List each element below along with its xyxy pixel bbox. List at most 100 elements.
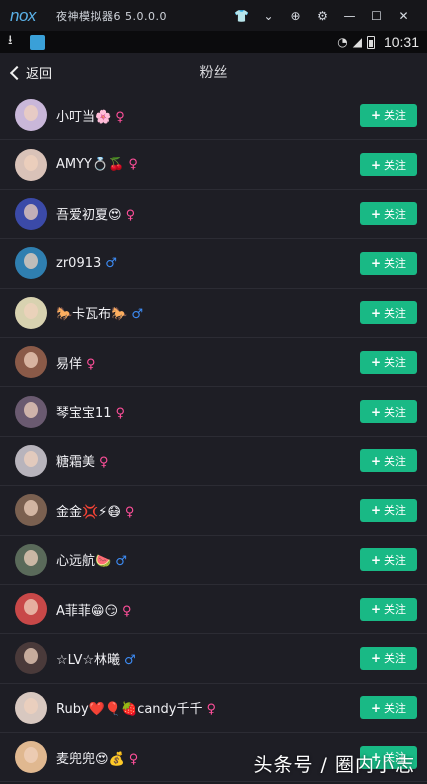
female-icon: ♀	[128, 751, 139, 767]
female-icon: ♀	[128, 157, 138, 173]
status-time: 10:31	[383, 34, 419, 50]
follow-button[interactable]: + 关注	[360, 498, 417, 522]
fan-name: 吾爱初夏😍 ♀	[56, 204, 360, 223]
follow-button[interactable]: + 关注	[360, 301, 417, 325]
avatar[interactable]	[15, 197, 47, 230]
follow-button[interactable]: + 关注	[360, 202, 417, 226]
back-label: 返回	[26, 66, 53, 82]
fan-name-text: 心远航🍉	[56, 554, 112, 570]
fan-name: 易佯 ♀	[56, 353, 360, 372]
list-item[interactable]: 心远航🍉 ♂ + 关注	[0, 535, 427, 585]
avatar[interactable]	[15, 741, 47, 774]
list-item[interactable]: Ruby❤️🎈🍓candy千千 ♀ + 关注	[0, 683, 427, 734]
fan-name: AMYY💍🍒 ♀	[56, 157, 360, 172]
avatar[interactable]	[15, 99, 47, 132]
list-item[interactable]: 琴宝宝11 ♀ + 关注	[0, 387, 427, 437]
fan-name-text: 琴宝宝11	[56, 406, 112, 422]
android-status-bar: ⭳ ◔ ◢ 10:31	[0, 31, 427, 53]
emulator-title-bar: nox 夜神模拟器6 5.0.0.0 👕 ⌄ ⊕ ⚙ — ☐ ✕	[0, 0, 427, 31]
female-icon: ♀	[206, 702, 217, 718]
list-item[interactable]: 吾爱初夏😍 ♀ + 关注	[0, 189, 427, 240]
follow-label: 关注	[384, 306, 407, 320]
plus-icon: +	[370, 453, 382, 468]
female-icon: ♀	[115, 109, 125, 125]
fans-list: 小叮当🌸 ♀ + 关注 AMYY💍🍒 ♀ + 关注 吾爱初夏😍 ♀ + 关注 zr0913 ♂ + 关注 🐎卡瓦…	[0, 91, 427, 784]
nox-logo: nox	[10, 5, 36, 25]
plus-icon: +	[370, 404, 382, 419]
fan-name: ☆LV☆林曦 ♂	[56, 649, 360, 668]
avatar[interactable]	[15, 543, 47, 576]
fan-name: 琴宝宝11 ♀	[56, 402, 360, 421]
avatar[interactable]	[15, 593, 47, 626]
follow-button[interactable]: + 关注	[360, 696, 417, 720]
follow-button[interactable]: + 关注	[360, 597, 417, 621]
list-item[interactable]: 金金💢⚡😷 ♀ + 关注	[0, 486, 427, 536]
settings-icon[interactable]: ⚙	[309, 0, 336, 31]
avatar[interactable]	[15, 494, 47, 527]
male-icon: ♂	[124, 652, 136, 668]
avatar[interactable]	[15, 296, 47, 329]
fan-name-text: AMYY💍🍒	[56, 157, 125, 173]
close-icon[interactable]: ✕	[390, 0, 417, 31]
follow-label: 关注	[384, 454, 407, 468]
follow-button[interactable]: + 关注	[360, 400, 417, 424]
fan-name-text: ☆LV☆林曦	[56, 652, 121, 668]
plus-icon: +	[370, 700, 382, 715]
follow-label: 关注	[384, 603, 407, 617]
male-icon: ♂	[115, 554, 127, 570]
wifi-icon: ◔	[337, 35, 348, 49]
follow-button[interactable]: + 关注	[360, 251, 417, 275]
chevron-left-icon	[9, 65, 25, 80]
fan-name: Ruby❤️🎈🍓candy千千 ♀	[56, 698, 360, 717]
list-item[interactable]: AMYY💍🍒 ♀ + 关注	[0, 140, 427, 190]
list-item[interactable]: ☆LV☆林曦 ♂ + 关注	[0, 634, 427, 684]
list-item[interactable]: 小叮当🌸 ♀ + 关注	[0, 91, 427, 141]
list-item[interactable]: zr0913 ♂ + 关注	[0, 239, 427, 289]
female-icon: ♀	[99, 455, 109, 471]
list-item[interactable]: 易佯 ♀ + 关注	[0, 337, 427, 388]
fan-name-text: 糖霜美	[56, 455, 96, 471]
fan-name-text: A菲菲😁😏	[56, 603, 118, 619]
plus-icon: +	[370, 206, 382, 221]
plus-icon: +	[370, 355, 382, 370]
battery-icon	[366, 35, 375, 49]
follow-button[interactable]: + 关注	[360, 103, 417, 127]
follow-button[interactable]: + 关注	[360, 153, 417, 177]
avatar[interactable]	[15, 691, 47, 724]
follow-label: 关注	[384, 109, 407, 123]
pin-icon[interactable]: ⊕	[282, 0, 309, 31]
maximize-icon[interactable]: ☐	[363, 0, 390, 31]
follow-label: 关注	[384, 158, 407, 172]
navigation-bar: 返回 粉丝	[0, 53, 427, 91]
fan-name: A菲菲😁😏 ♀	[56, 600, 360, 619]
back-button[interactable]: 返回	[0, 53, 52, 91]
list-item[interactable]: 🐎卡瓦布🐎 ♂ + 关注	[0, 288, 427, 338]
plus-icon: +	[370, 256, 382, 271]
emulator-title: 夜神模拟器6 5.0.0.0	[56, 9, 167, 23]
fan-name-text: zr0913	[56, 255, 102, 271]
follow-label: 关注	[384, 356, 407, 370]
follow-button[interactable]: + 关注	[360, 449, 417, 473]
minimize-icon[interactable]: —	[336, 0, 363, 31]
follow-button[interactable]: + 关注	[360, 646, 417, 670]
download-icon: ⭳	[8, 33, 13, 48]
follow-button[interactable]: + 关注	[360, 350, 417, 374]
avatar[interactable]	[15, 395, 47, 428]
skin-icon[interactable]: 👕	[228, 0, 255, 31]
list-item[interactable]: 糖霜美 ♀ + 关注	[0, 436, 427, 487]
female-icon: ♀	[125, 208, 136, 224]
fan-name-text: 小叮当🌸	[56, 109, 112, 125]
dropdown-icon[interactable]: ⌄	[255, 0, 282, 31]
watermark: 头条号 / 圈内小志	[253, 754, 415, 776]
follow-label: 关注	[384, 553, 407, 567]
avatar[interactable]	[15, 247, 47, 280]
avatar[interactable]	[15, 642, 47, 675]
female-icon: ♀	[124, 504, 135, 520]
follow-label: 关注	[384, 257, 407, 271]
avatar[interactable]	[15, 444, 47, 477]
avatar[interactable]	[15, 148, 47, 181]
emulator-controls: 👕 ⌄ ⊕ ⚙ — ☐ ✕	[228, 0, 417, 31]
follow-button[interactable]: + 关注	[360, 548, 417, 572]
list-item[interactable]: A菲菲😁😏 ♀ + 关注	[0, 584, 427, 635]
avatar[interactable]	[15, 346, 47, 379]
